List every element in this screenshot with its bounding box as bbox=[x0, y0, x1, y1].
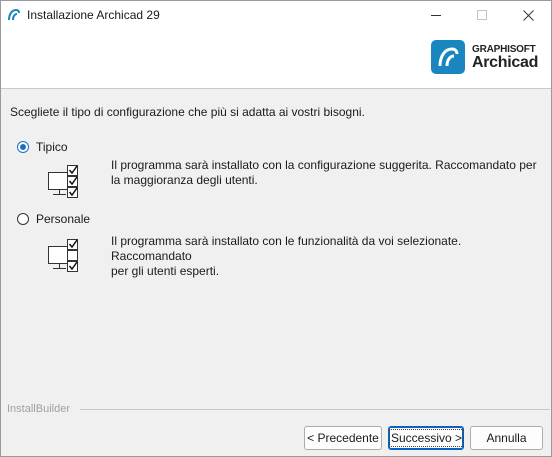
footer-divider bbox=[80, 409, 550, 410]
installer-window: Installazione Archicad 29 GRAPHISOFT Arc… bbox=[0, 0, 552, 457]
close-icon bbox=[523, 10, 534, 21]
window-title: Installazione Archicad 29 bbox=[27, 8, 160, 22]
next-button[interactable]: Successivo > bbox=[388, 426, 465, 450]
maximize-button[interactable] bbox=[459, 1, 505, 30]
personale-description-line1: Il programma sarà installato con le funz… bbox=[111, 234, 462, 263]
personale-description-line2: per gli utenti esperti. bbox=[111, 264, 220, 278]
radio-personale-label[interactable]: Personale bbox=[36, 212, 90, 226]
radio-tipico[interactable] bbox=[17, 141, 29, 153]
minimize-icon bbox=[431, 15, 441, 16]
title-bar[interactable]: Installazione Archicad 29 bbox=[1, 1, 551, 30]
archicad-logo-icon bbox=[431, 40, 465, 74]
header-banner: GRAPHISOFT Archicad bbox=[1, 30, 551, 89]
next-button-label: Successivo > bbox=[389, 429, 465, 447]
logo-archicad-text: Archicad bbox=[472, 54, 539, 71]
radio-tipico-label[interactable]: Tipico bbox=[36, 140, 68, 154]
maximize-icon bbox=[477, 10, 487, 20]
tipico-description: Il programma sarà installato con la conf… bbox=[111, 158, 543, 188]
tipico-description-line2: la maggioranza degli utenti. bbox=[111, 173, 258, 187]
installbuilder-label: InstallBuilder bbox=[7, 403, 70, 415]
archicad-app-icon bbox=[8, 8, 20, 21]
setup-type-prompt: Scegliete il tipo di configurazione che … bbox=[10, 105, 365, 119]
personale-description: Il programma sarà installato con le funz… bbox=[111, 234, 543, 279]
some-features-checked-icon bbox=[48, 239, 78, 272]
cancel-button[interactable]: Annulla bbox=[470, 426, 543, 450]
radio-personale[interactable] bbox=[17, 213, 29, 225]
minimize-button[interactable] bbox=[413, 1, 459, 30]
graphisoft-archicad-logo: GRAPHISOFT Archicad bbox=[431, 40, 541, 76]
tipico-description-line1: Il programma sarà installato con la conf… bbox=[111, 158, 537, 172]
previous-button[interactable]: < Precedente bbox=[304, 426, 382, 450]
close-button[interactable] bbox=[505, 1, 551, 30]
all-features-checked-icon bbox=[48, 165, 78, 198]
